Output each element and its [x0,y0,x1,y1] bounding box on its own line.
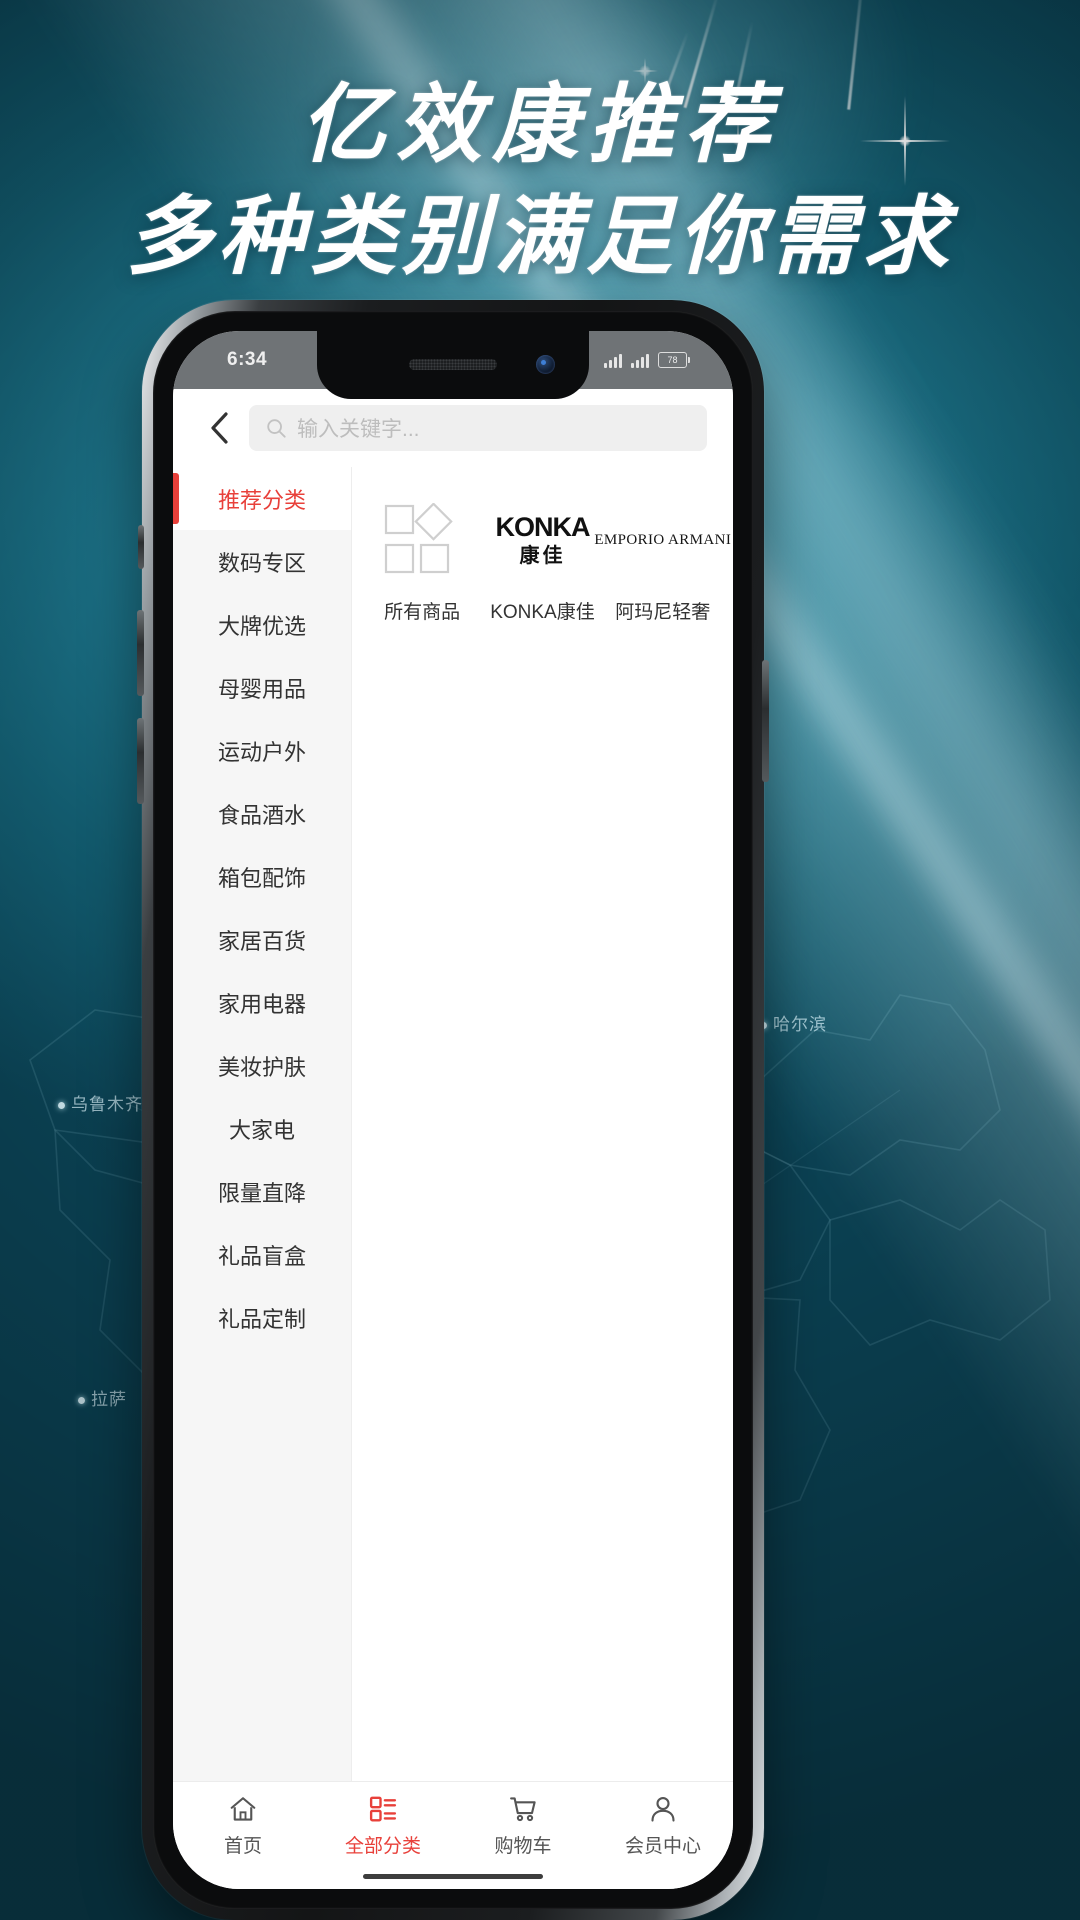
sidebar-item-label: 家用电器 [217,991,306,1017]
sidebar-item-label: 家居百货 [217,928,306,954]
search-placeholder: 输入关键字... [297,418,420,441]
tab-all-categories[interactable]: 全部分类 [313,1794,453,1858]
sidebar-item-label: 母婴用品 [217,676,306,702]
sidebar-item-label: 箱包配饰 [217,865,306,891]
sidebar-item-label: 美妆护肤 [217,1054,306,1080]
earpiece-speaker [409,359,497,370]
search-icon [267,419,286,438]
sidebar-item-label: 数码专区 [217,550,306,576]
brand-tile-all-products[interactable]: 所有商品 [362,491,482,642]
tab-label: 首页 [223,1836,262,1857]
sidebar-item-large-appliances[interactable]: 大家电 [173,1097,351,1160]
tab-cart[interactable]: 购物车 [453,1794,593,1858]
status-bar-indicators: 78 [604,352,690,368]
poster-headline: 亿效康推荐 多种类别满足你需求 [0,82,1080,282]
phone-volume-down-button[interactable] [137,718,144,804]
sidebar-item-label: 大家电 [228,1117,295,1143]
konka-logo-cn: 康佳 [519,545,566,567]
sidebar-item-label: 运动户外 [217,739,306,765]
chevron-left-icon [211,412,228,444]
square-diamond-icon [362,501,482,579]
sidebar-item-food-drink[interactable]: 食品酒水 [173,782,351,845]
brand-tile-label: 所有商品 [384,602,461,623]
sidebar-item-label: 推荐分类 [217,487,306,513]
phone-volume-up-button[interactable] [137,610,144,696]
konka-logo-en: KONKA [495,512,590,542]
sidebar-item-blind-box[interactable]: 礼品盲盒 [173,1223,351,1286]
phone-mockup: 6:34 78 输入关键字... 推荐分类 数码专区 大牌优选 母婴用品 运动户… [137,300,769,1920]
armani-logo-en: EMPORIO ARMANI [594,531,732,548]
konka-logo: KONKA 康佳 [482,501,602,579]
sidebar-item-appliances[interactable]: 家用电器 [173,971,351,1034]
app-top-bar: 输入关键字... [173,389,733,467]
tab-label: 会员中心 [624,1836,701,1857]
sidebar-item-label: 大牌优选 [217,613,306,639]
brand-tile-armani[interactable]: EMPORIO ARMANI 阿玛尼轻奢 [594,491,730,642]
grid-list-icon [369,1796,397,1822]
phone-bezel: 6:34 78 输入关键字... 推荐分类 数码专区 大牌优选 母婴用品 运动户… [153,311,753,1909]
headline-line-1: 亿效康推荐 [300,74,780,175]
bottom-tab-bar[interactable]: 首页 全部分类 购物车 会员中心 [173,1781,733,1889]
sidebar-item-label: 食品酒水 [217,802,306,828]
home-icon [230,1797,256,1821]
search-input[interactable]: 输入关键字... [249,405,707,451]
app-body: 推荐分类 数码专区 大牌优选 母婴用品 运动户外 食品酒水 箱包配饰 家居百货 … [173,467,733,1781]
tab-label: 全部分类 [344,1836,421,1857]
battery-level-text: 78 [667,355,678,365]
brand-tile-label: KONKA康佳 [490,602,595,623]
phone-screen: 6:34 78 输入关键字... 推荐分类 数码专区 大牌优选 母婴用品 运动户… [173,331,733,1889]
sidebar-item-beauty[interactable]: 美妆护肤 [173,1034,351,1097]
tab-label: 购物车 [494,1836,552,1857]
sidebar-item-limited-discount[interactable]: 限量直降 [173,1160,351,1223]
sidebar-item-recommended[interactable]: 推荐分类 [173,467,351,530]
category-sidebar[interactable]: 推荐分类 数码专区 大牌优选 母婴用品 运动户外 食品酒水 箱包配饰 家居百货 … [173,467,352,1781]
phone-mute-switch[interactable] [138,525,144,569]
battery-icon: 78 [658,352,690,368]
armani-logo: EMPORIO ARMANI [594,501,730,579]
back-button[interactable] [199,408,239,448]
headline-line-2: 多种类别满足你需求 [126,186,954,287]
home-indicator[interactable] [363,1874,543,1879]
sidebar-item-label: 限量直降 [217,1180,306,1206]
person-icon [651,1796,675,1822]
sidebar-item-custom-gift[interactable]: 礼品定制 [173,1286,351,1349]
signal-bars-icon [631,353,649,368]
status-bar-time: 6:34 [227,349,268,370]
sidebar-item-brands[interactable]: 大牌优选 [173,593,351,656]
phone-notch [317,331,589,399]
signal-bars-icon [604,353,622,368]
tab-member-center[interactable]: 会员中心 [593,1794,733,1858]
brand-tile-label: 阿玛尼轻奢 [615,602,711,623]
sidebar-item-label: 礼品定制 [217,1306,306,1332]
sidebar-item-label: 礼品盲盒 [217,1243,306,1269]
sidebar-item-digital[interactable]: 数码专区 [173,530,351,593]
sidebar-item-maternity[interactable]: 母婴用品 [173,656,351,719]
phone-power-button[interactable] [762,660,769,782]
front-camera-icon [536,355,555,374]
brand-grid: 所有商品 KONKA 康佳 KONKA康佳 EMPORIO ARMANI 阿玛尼… [362,491,731,642]
brand-tile-konka[interactable]: KONKA 康佳 KONKA康佳 [482,491,602,642]
sidebar-item-home-goods[interactable]: 家居百货 [173,908,351,971]
sidebar-item-bags[interactable]: 箱包配饰 [173,845,351,908]
tab-home[interactable]: 首页 [173,1794,313,1858]
cart-icon [510,1797,536,1822]
brand-panel: 所有商品 KONKA 康佳 KONKA康佳 EMPORIO ARMANI 阿玛尼… [352,467,733,1781]
sidebar-item-sports[interactable]: 运动户外 [173,719,351,782]
